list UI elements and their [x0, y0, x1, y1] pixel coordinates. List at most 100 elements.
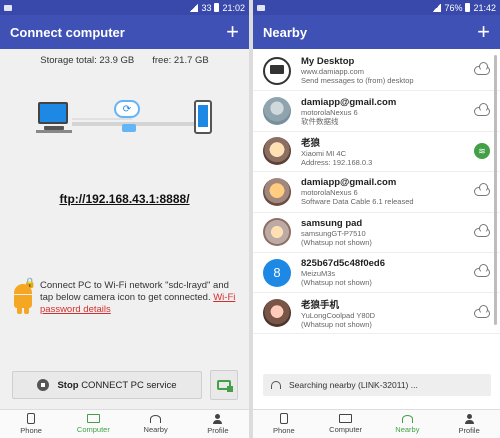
- battery-icon: [214, 3, 220, 12]
- bottom-navigation: Phone Computer Nearby Profile: [253, 409, 500, 438]
- battery-value: 76%: [444, 2, 463, 13]
- cloud-icon: [474, 264, 490, 278]
- status-bar: 76% 21:42: [253, 0, 500, 15]
- list-item[interactable]: 8 825b67d5c48f0ed6 MeizuM3s (Whatsup not…: [253, 253, 500, 294]
- device-model: Xiaomi MI 4C: [301, 149, 347, 159]
- computer-illustration-icon: [38, 102, 68, 124]
- sync-cloud-icon: ⟳: [114, 100, 140, 118]
- profile-icon: [464, 413, 474, 424]
- list-item[interactable]: 老狼 Xiaomi MI 4C Address: 192.168.0.3 ≋: [253, 132, 500, 173]
- cloud-status[interactable]: [472, 183, 492, 199]
- camera-scan-button[interactable]: [210, 370, 238, 400]
- storage-info: Storage total: 23.9 GB free: 21.7 GB: [0, 55, 249, 66]
- device-model: samsungGT-P7510: [301, 228, 366, 238]
- nav-nearby[interactable]: Nearby: [125, 410, 187, 438]
- nearby-icon: [150, 414, 162, 423]
- cloud-icon: [474, 223, 490, 237]
- avatar: [263, 299, 291, 328]
- profile-icon: [213, 413, 223, 424]
- nav-nearby[interactable]: Nearby: [377, 410, 439, 438]
- nav-phone[interactable]: Phone: [253, 410, 315, 438]
- cloud-status[interactable]: [472, 223, 492, 239]
- cloud-status[interactable]: [472, 62, 492, 78]
- device-info: 825b67d5c48f0ed6 MeizuM3s (Whatsup not s…: [301, 258, 466, 287]
- phone-illustration-icon: [194, 100, 212, 134]
- device-detail: 软件数据线: [301, 116, 339, 126]
- stop-button-text: Stop CONNECT PC service: [57, 380, 176, 391]
- notification-icon: [4, 4, 12, 11]
- device-model: YuLongCoolpad Y80D: [301, 311, 376, 321]
- signal-icon: [189, 3, 199, 12]
- avatar: [263, 137, 291, 166]
- page-title: Nearby: [263, 24, 308, 40]
- nav-label: Phone: [273, 426, 295, 435]
- ftp-address[interactable]: ftp://192.168.43.1:8888/: [0, 192, 249, 206]
- cloud-status[interactable]: [472, 102, 492, 118]
- nav-computer[interactable]: Computer: [315, 410, 377, 438]
- nav-label: Profile: [207, 425, 229, 435]
- device-model: MeizuM3s: [301, 269, 336, 279]
- status-bar: 33 21:02: [0, 0, 249, 15]
- device-list: My Desktop www.damiapp.com Send messages…: [253, 51, 500, 334]
- list-item[interactable]: My Desktop www.damiapp.com Send messages…: [253, 51, 500, 92]
- device-detail: (Whatsup not shown): [301, 320, 372, 330]
- camera-icon: [217, 380, 233, 392]
- page-title: Connect computer: [10, 24, 125, 40]
- wifi-instruction: 🔒 Connect PC to Wi-Fi network "sdc-lrayd…: [12, 278, 238, 316]
- stop-service-button[interactable]: Stop CONNECT PC service: [12, 371, 202, 399]
- nearby-screen: 76% 21:42 Nearby + My Desktop www.damiap…: [253, 0, 500, 438]
- device-model: www.damiapp.com: [301, 67, 364, 77]
- nav-computer[interactable]: Computer: [62, 410, 124, 438]
- add-icon[interactable]: +: [477, 21, 490, 43]
- phone-screen: [198, 105, 208, 127]
- app-bar: Nearby +: [253, 15, 500, 49]
- add-icon[interactable]: +: [226, 21, 239, 43]
- device-model: motorolaNexus 6: [301, 188, 358, 198]
- device-name: 825b67d5c48f0ed6: [301, 258, 385, 270]
- nav-profile[interactable]: Profile: [187, 410, 249, 438]
- wifi-search-icon: [271, 381, 281, 389]
- mascot-leg: [17, 308, 22, 314]
- searching-text: Searching nearby (LINK-32011) ...: [289, 380, 418, 390]
- device-name: damiapp@gmail.com: [301, 96, 397, 108]
- list-item[interactable]: damiapp@gmail.com motorolaNexus 6 软件数据线: [253, 91, 500, 132]
- nav-label: Computer: [329, 425, 363, 434]
- device-name: 老狼: [301, 138, 321, 150]
- status-time: 21:42: [473, 2, 496, 13]
- list-item[interactable]: 老狼手机 YuLongCoolpad Y80D (Whatsup not sho…: [253, 293, 500, 334]
- battery-icon: [465, 3, 471, 12]
- computer-icon: [86, 414, 100, 423]
- status-time: 21:02: [222, 2, 245, 13]
- device-info: 老狼 Xiaomi MI 4C Address: 192.168.0.3: [301, 135, 466, 167]
- device-name: My Desktop: [301, 56, 355, 68]
- device-detail: Send messages to (from) desktop: [301, 76, 414, 86]
- android-mascot-icon: 🔒: [12, 278, 36, 314]
- list-item[interactable]: damiapp@gmail.com motorolaNexus 6 Softwa…: [253, 172, 500, 213]
- list-item[interactable]: samsung pad samsungGT-P7510 (Whatsup not…: [253, 213, 500, 253]
- device-name: samsung pad: [301, 217, 363, 229]
- nav-profile[interactable]: Profile: [438, 410, 500, 438]
- device-info: damiapp@gmail.com motorolaNexus 6 Softwa…: [301, 177, 466, 206]
- phone-icon: [279, 413, 288, 424]
- wifi-status[interactable]: ≋: [472, 143, 492, 160]
- signal-icon: [432, 3, 442, 12]
- device-name: 老狼手机: [301, 300, 340, 312]
- wifi-icon: ≋: [474, 143, 490, 160]
- cloud-status[interactable]: [472, 304, 492, 320]
- instruction-text: Connect PC to Wi-Fi network "sdc-lrayd" …: [40, 280, 238, 316]
- connection-line-upper: [72, 118, 132, 120]
- stop-label: CONNECT PC service: [81, 379, 177, 391]
- avatar: [263, 218, 291, 247]
- stop-prefix: Stop: [57, 379, 79, 391]
- cloud-icon: [474, 102, 490, 116]
- scrollbar[interactable]: [494, 55, 497, 325]
- device-detail: (Whatsup not shown): [301, 278, 372, 288]
- nav-phone[interactable]: Phone: [0, 410, 62, 438]
- phone-icon: [27, 413, 36, 424]
- nearby-icon: [401, 414, 413, 423]
- avatar: [263, 177, 291, 206]
- storage-free: free: 21.7 GB: [152, 55, 209, 66]
- mascot-leg: [24, 308, 29, 314]
- computer-stand: [36, 130, 72, 133]
- cloud-status[interactable]: [472, 264, 492, 280]
